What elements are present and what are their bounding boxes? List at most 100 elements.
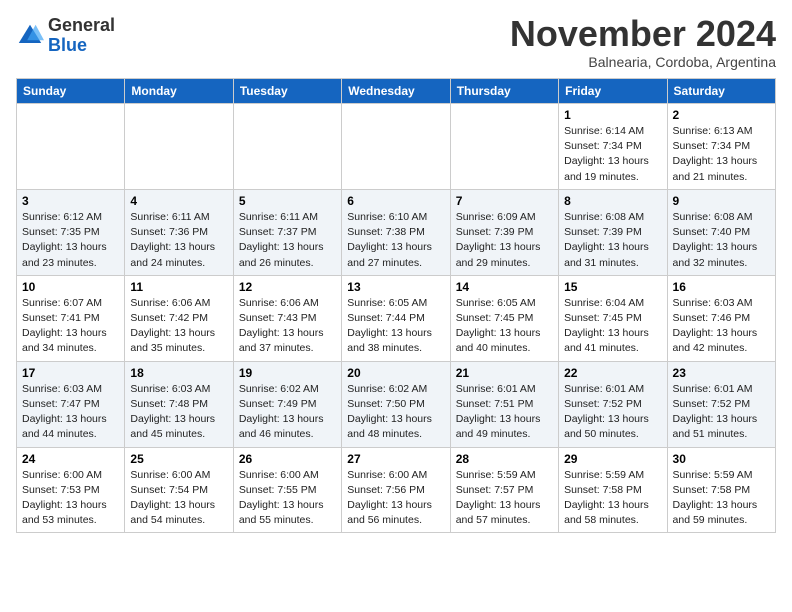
month-title: November 2024	[510, 16, 776, 52]
calendar-cell: 4 Sunrise: 6:11 AM Sunset: 7:36 PM Daylig…	[125, 189, 233, 275]
calendar-cell: 23 Sunrise: 6:01 AM Sunset: 7:52 PM Dayli…	[667, 361, 775, 447]
weekday-header: Monday	[125, 79, 233, 104]
calendar-cell: 19Sunrise: 6:02 AM Sunset: 7:49 PM Dayli…	[233, 361, 341, 447]
day-info: Sunrise: 6:02 AM Sunset: 7:50 PM Dayligh…	[347, 382, 444, 443]
calendar-cell: 17 Sunrise: 6:03 AM Sunset: 7:47 PM Dayli…	[17, 361, 125, 447]
calendar-cell: 18Sunrise: 6:03 AM Sunset: 7:48 PM Dayli…	[125, 361, 233, 447]
calendar-table: SundayMondayTuesdayWednesdayThursdayFrid…	[16, 78, 776, 533]
day-number: 26	[239, 452, 336, 466]
day-number: 25	[130, 452, 227, 466]
weekday-header: Saturday	[667, 79, 775, 104]
day-info: Sunrise: 6:04 AM Sunset: 7:45 PM Dayligh…	[564, 296, 661, 357]
calendar-cell: 20 Sunrise: 6:02 AM Sunset: 7:50 PM Dayli…	[342, 361, 450, 447]
header-row: SundayMondayTuesdayWednesdayThursdayFrid…	[17, 79, 776, 104]
calendar-cell: 29 Sunrise: 5:59 AM Sunset: 7:58 PM Dayli…	[559, 447, 667, 533]
day-info: Sunrise: 6:03 AM Sunset: 7:46 PM Dayligh…	[673, 296, 770, 357]
calendar-body: 1Sunrise: 6:14 AM Sunset: 7:34 PM Daylig…	[17, 104, 776, 533]
day-number: 19	[239, 366, 336, 380]
day-number: 6	[347, 194, 444, 208]
day-info: Sunrise: 5:59 AM Sunset: 7:57 PM Dayligh…	[456, 468, 553, 529]
calendar-week-row: 10Sunrise: 6:07 AM Sunset: 7:41 PM Dayli…	[17, 275, 776, 361]
calendar-cell	[233, 104, 341, 190]
calendar-cell: 28 Sunrise: 5:59 AM Sunset: 7:57 PM Dayli…	[450, 447, 558, 533]
calendar-cell: 2 Sunrise: 6:13 AM Sunset: 7:34 PM Daylig…	[667, 104, 775, 190]
day-info: Sunrise: 6:08 AM Sunset: 7:39 PM Dayligh…	[564, 210, 661, 271]
day-number: 5	[239, 194, 336, 208]
day-info: Sunrise: 6:08 AM Sunset: 7:40 PM Dayligh…	[673, 210, 770, 271]
weekday-header: Tuesday	[233, 79, 341, 104]
day-number: 9	[673, 194, 770, 208]
day-number: 15	[564, 280, 661, 294]
day-number: 4	[130, 194, 227, 208]
calendar-week-row: 17 Sunrise: 6:03 AM Sunset: 7:47 PM Dayli…	[17, 361, 776, 447]
day-info: Sunrise: 6:13 AM Sunset: 7:34 PM Dayligh…	[673, 124, 770, 185]
day-info: Sunrise: 6:14 AM Sunset: 7:34 PM Dayligh…	[564, 124, 661, 185]
logo: General Blue	[16, 16, 115, 56]
weekday-header: Wednesday	[342, 79, 450, 104]
day-number: 10	[22, 280, 119, 294]
calendar-cell: 25 Sunrise: 6:00 AM Sunset: 7:54 PM Dayli…	[125, 447, 233, 533]
day-info: Sunrise: 6:01 AM Sunset: 7:52 PM Dayligh…	[673, 382, 770, 443]
day-number: 23	[673, 366, 770, 380]
day-number: 13	[347, 280, 444, 294]
day-number: 2	[673, 108, 770, 122]
day-info: Sunrise: 6:00 AM Sunset: 7:55 PM Dayligh…	[239, 468, 336, 529]
calendar-cell: 16 Sunrise: 6:03 AM Sunset: 7:46 PM Dayli…	[667, 275, 775, 361]
day-info: Sunrise: 6:00 AM Sunset: 7:54 PM Dayligh…	[130, 468, 227, 529]
day-info: Sunrise: 5:59 AM Sunset: 7:58 PM Dayligh…	[673, 468, 770, 529]
logo-blue-text: Blue	[48, 35, 87, 55]
calendar-cell: 24Sunrise: 6:00 AM Sunset: 7:53 PM Dayli…	[17, 447, 125, 533]
calendar-cell: 27 Sunrise: 6:00 AM Sunset: 7:56 PM Dayli…	[342, 447, 450, 533]
calendar-cell: 3 Sunrise: 6:12 AM Sunset: 7:35 PM Daylig…	[17, 189, 125, 275]
logo-text: General Blue	[48, 16, 115, 56]
day-info: Sunrise: 6:06 AM Sunset: 7:42 PM Dayligh…	[130, 296, 227, 357]
calendar-cell: 1Sunrise: 6:14 AM Sunset: 7:34 PM Daylig…	[559, 104, 667, 190]
calendar-cell	[17, 104, 125, 190]
calendar-cell: 21 Sunrise: 6:01 AM Sunset: 7:51 PM Dayli…	[450, 361, 558, 447]
day-number: 20	[347, 366, 444, 380]
page-header: General Blue November 2024 Balnearia, Co…	[16, 16, 776, 70]
day-number: 7	[456, 194, 553, 208]
calendar-cell: 9 Sunrise: 6:08 AM Sunset: 7:40 PM Daylig…	[667, 189, 775, 275]
calendar-cell: 22Sunrise: 6:01 AM Sunset: 7:52 PM Dayli…	[559, 361, 667, 447]
day-number: 29	[564, 452, 661, 466]
calendar-cell: 5Sunrise: 6:11 AM Sunset: 7:37 PM Daylig…	[233, 189, 341, 275]
day-info: Sunrise: 6:05 AM Sunset: 7:45 PM Dayligh…	[456, 296, 553, 357]
day-number: 30	[673, 452, 770, 466]
weekday-header: Thursday	[450, 79, 558, 104]
day-info: Sunrise: 6:11 AM Sunset: 7:36 PM Dayligh…	[130, 210, 227, 271]
day-number: 3	[22, 194, 119, 208]
day-number: 17	[22, 366, 119, 380]
day-info: Sunrise: 6:10 AM Sunset: 7:38 PM Dayligh…	[347, 210, 444, 271]
day-number: 16	[673, 280, 770, 294]
calendar-week-row: 24Sunrise: 6:00 AM Sunset: 7:53 PM Dayli…	[17, 447, 776, 533]
calendar-cell: 26 Sunrise: 6:00 AM Sunset: 7:55 PM Dayli…	[233, 447, 341, 533]
day-number: 14	[456, 280, 553, 294]
day-info: Sunrise: 6:00 AM Sunset: 7:53 PM Dayligh…	[22, 468, 119, 529]
logo-general: General	[48, 15, 115, 35]
calendar-cell	[342, 104, 450, 190]
day-number: 12	[239, 280, 336, 294]
weekday-header: Sunday	[17, 79, 125, 104]
day-number: 18	[130, 366, 227, 380]
calendar-cell: 12Sunrise: 6:06 AM Sunset: 7:43 PM Dayli…	[233, 275, 341, 361]
day-info: Sunrise: 6:01 AM Sunset: 7:52 PM Dayligh…	[564, 382, 661, 443]
day-info: Sunrise: 6:05 AM Sunset: 7:44 PM Dayligh…	[347, 296, 444, 357]
day-number: 28	[456, 452, 553, 466]
day-info: Sunrise: 6:01 AM Sunset: 7:51 PM Dayligh…	[456, 382, 553, 443]
day-info: Sunrise: 6:00 AM Sunset: 7:56 PM Dayligh…	[347, 468, 444, 529]
day-info: Sunrise: 6:03 AM Sunset: 7:47 PM Dayligh…	[22, 382, 119, 443]
calendar-cell: 7 Sunrise: 6:09 AM Sunset: 7:39 PM Daylig…	[450, 189, 558, 275]
day-info: Sunrise: 6:12 AM Sunset: 7:35 PM Dayligh…	[22, 210, 119, 271]
calendar-cell: 6 Sunrise: 6:10 AM Sunset: 7:38 PM Daylig…	[342, 189, 450, 275]
logo-icon	[16, 22, 44, 50]
calendar-week-row: 1Sunrise: 6:14 AM Sunset: 7:34 PM Daylig…	[17, 104, 776, 190]
weekday-header: Friday	[559, 79, 667, 104]
day-info: Sunrise: 6:09 AM Sunset: 7:39 PM Dayligh…	[456, 210, 553, 271]
title-block: November 2024 Balnearia, Cordoba, Argent…	[510, 16, 776, 70]
calendar-cell: 8Sunrise: 6:08 AM Sunset: 7:39 PM Daylig…	[559, 189, 667, 275]
calendar-cell: 30 Sunrise: 5:59 AM Sunset: 7:58 PM Dayli…	[667, 447, 775, 533]
day-number: 21	[456, 366, 553, 380]
day-number: 27	[347, 452, 444, 466]
day-info: Sunrise: 5:59 AM Sunset: 7:58 PM Dayligh…	[564, 468, 661, 529]
